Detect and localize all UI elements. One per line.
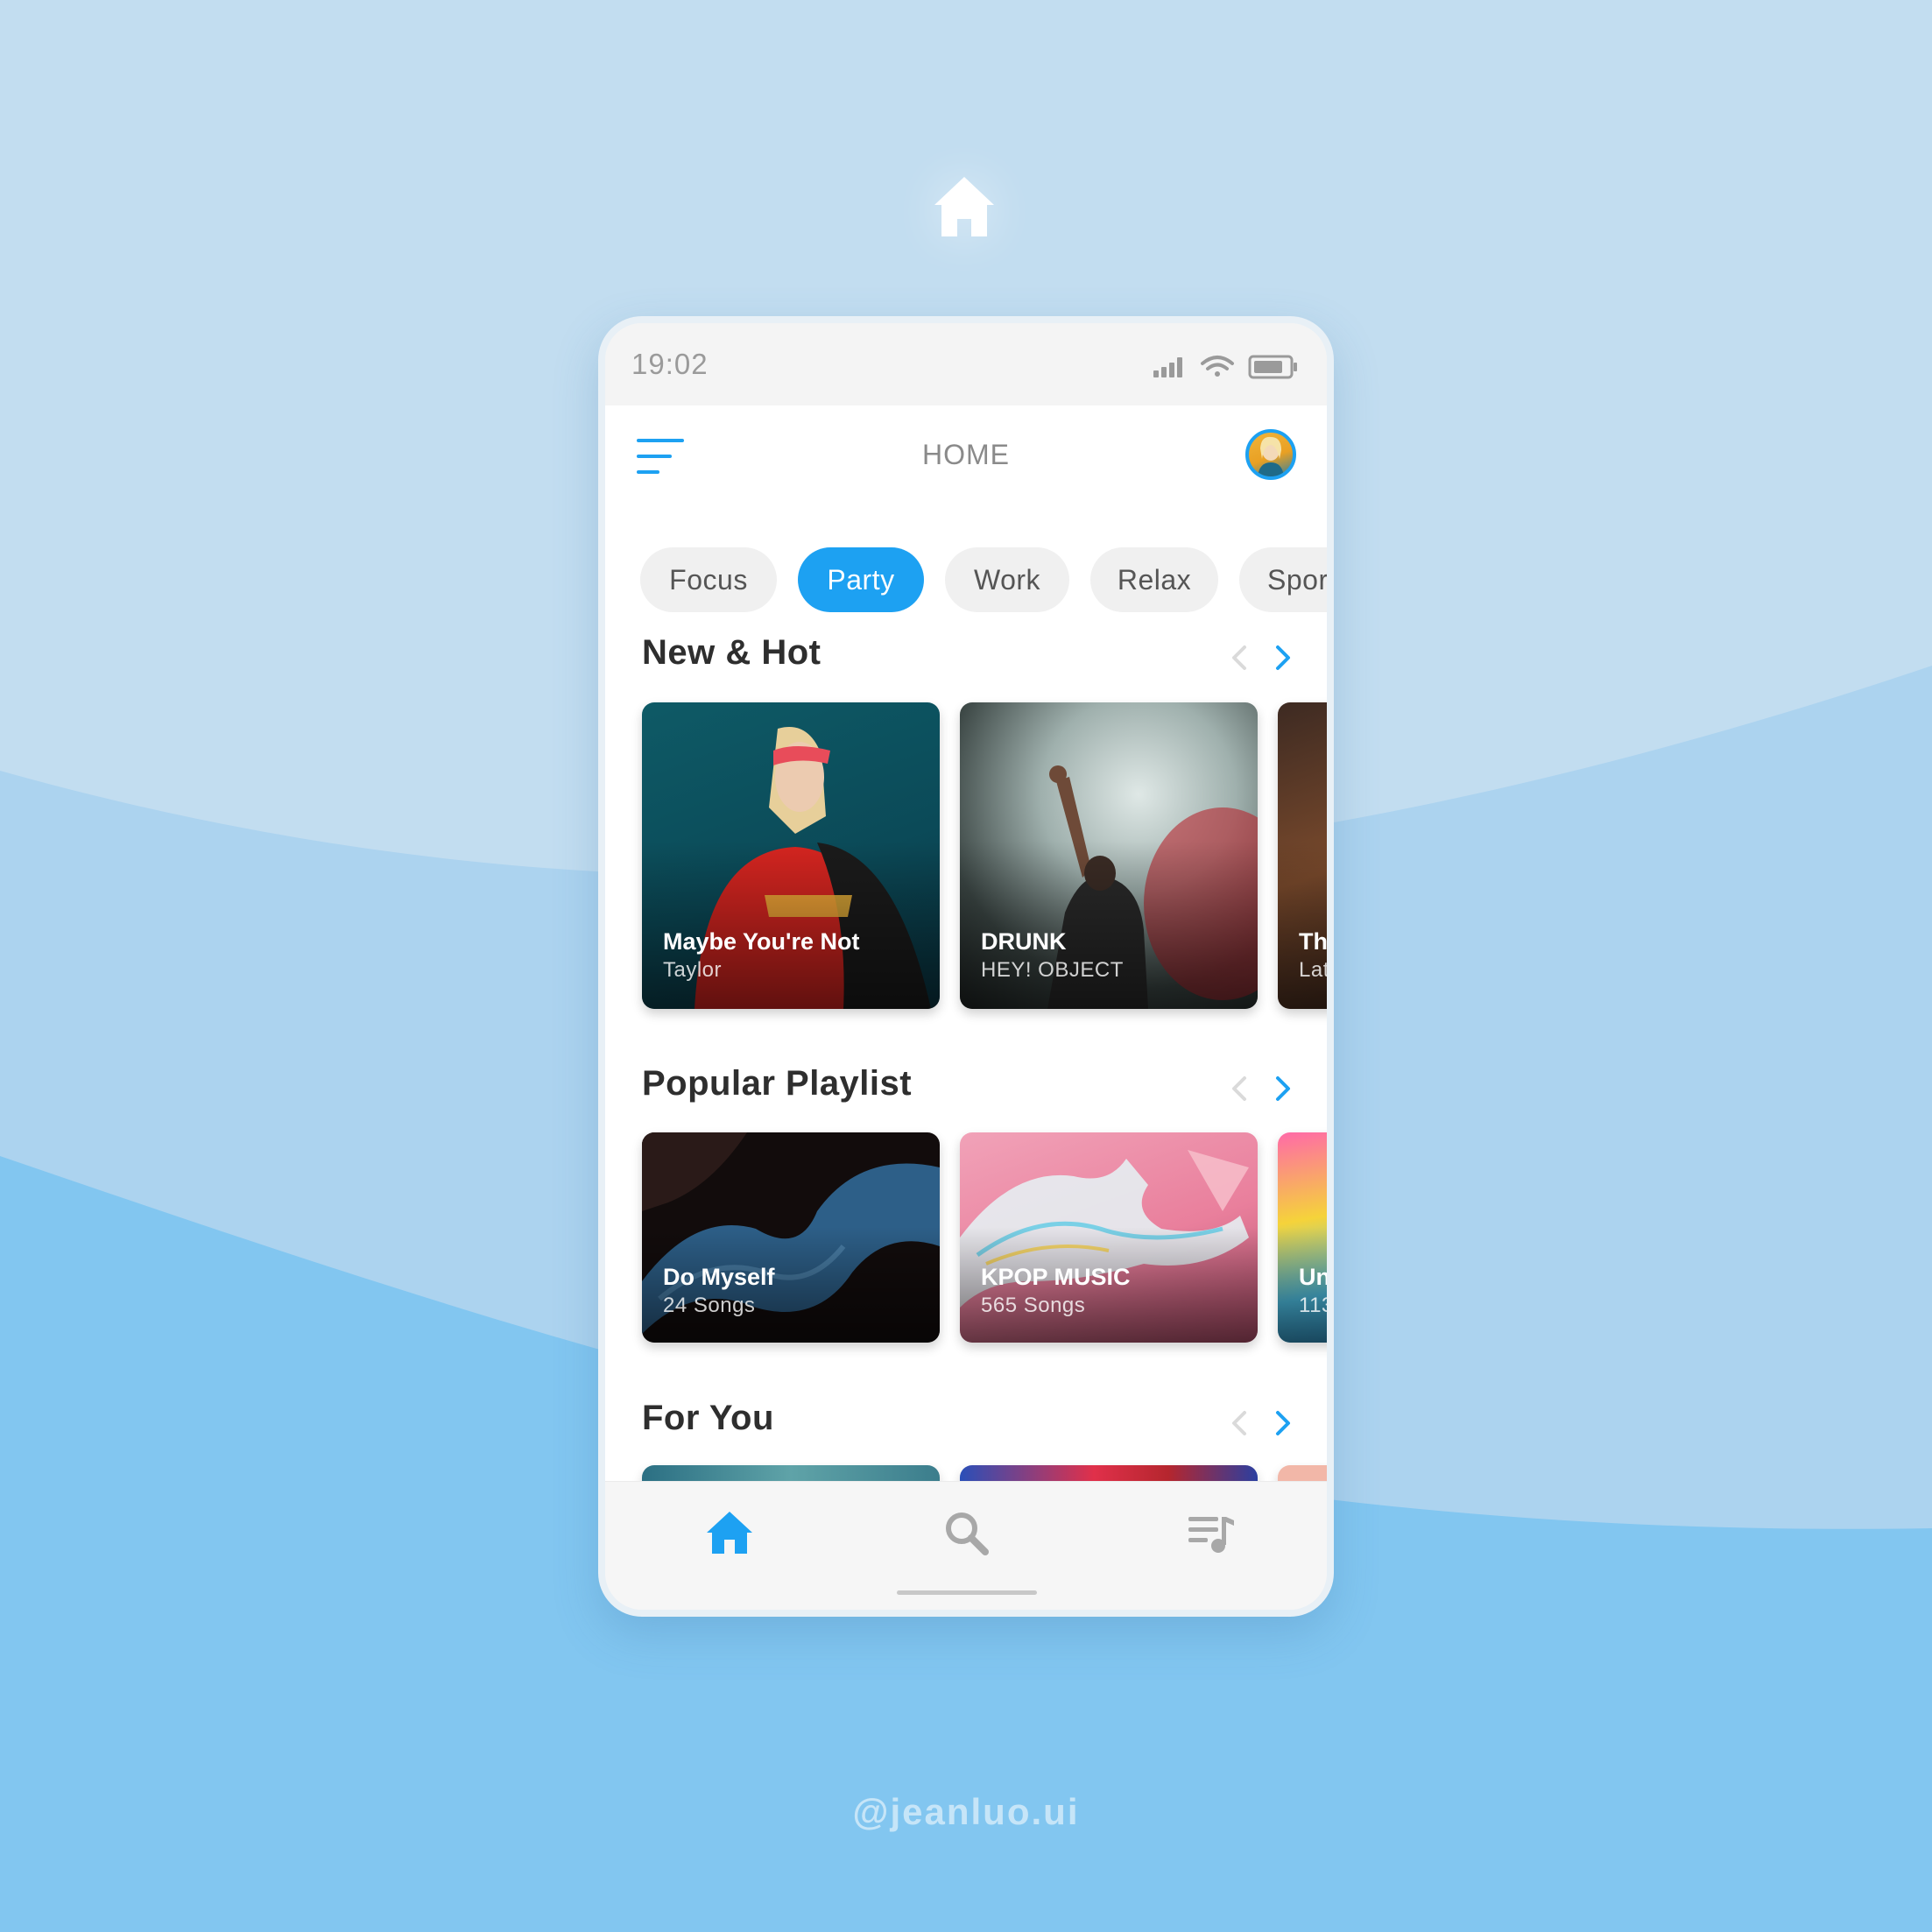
card-title: Maybe You're Not [663,928,860,955]
chip-work[interactable]: Work [945,547,1069,612]
chip-sport[interactable]: Spor [1239,547,1327,612]
status-bar: 19:02 [605,323,1327,405]
tab-search-icon[interactable] [941,1508,991,1557]
watermark: @jeanluo.ui [852,1791,1080,1832]
card-for-you-3[interactable] [1278,1465,1327,1481]
prev-arrow-icon[interactable] [1227,642,1253,673]
card-title: Un [1299,1264,1327,1290]
card-subtitle: 565 Songs [981,1294,1086,1317]
card-subtitle: Taylor [663,958,723,982]
section-title-for-you: For You [642,1399,774,1437]
card-do-myself[interactable]: Do Myself 24 Songs [642,1132,940,1343]
card-third-new[interactable]: Th Lat [1278,702,1327,1009]
card-subtitle: HEY! OBJECT [981,958,1124,982]
card-kpop-music[interactable]: KPOP MUSIC 565 Songs [960,1132,1258,1343]
page-title: HOME [922,439,1010,470]
card-title: Th [1299,928,1327,955]
next-arrow-icon[interactable] [1269,642,1295,673]
home-indicator[interactable] [897,1590,1037,1595]
app-header: HOME [605,405,1327,502]
category-chips: Focus Party Work Relax Spor [640,547,1327,614]
chip-party[interactable]: Party [798,547,924,612]
next-arrow-icon[interactable] [1269,1407,1295,1439]
signal-icon [1153,357,1182,377]
section-title-new-hot: New & Hot [642,633,821,672]
tab-bar [605,1481,1327,1610]
home-screen: HOME Focus Party Work Relax Spor New & H… [605,405,1327,1481]
section-title-popular: Popular Playlist [642,1064,913,1103]
card-drunk[interactable]: DRUNK HEY! OBJECT [960,702,1258,1009]
card-title: DRUNK [981,928,1067,955]
tab-playlist-icon[interactable] [1187,1508,1236,1557]
status-time: 19:02 [631,348,709,380]
card-third-playlist[interactable]: Un 113 [1278,1132,1327,1343]
tab-home-icon[interactable] [705,1508,754,1557]
card-subtitle: Lat [1299,958,1327,982]
chip-relax[interactable]: Relax [1090,547,1218,612]
card-for-you-2[interactable] [960,1465,1258,1481]
card-subtitle: 24 Songs [663,1294,756,1317]
card-gradient [960,840,1258,1009]
card-title: KPOP MUSIC [981,1264,1131,1290]
card-maybe-youre-not[interactable]: Maybe You're Not Taylor [642,702,940,1009]
card-gradient [642,840,940,1009]
card-title: Do Myself [663,1264,775,1290]
card-for-you-1[interactable] [642,1465,940,1481]
next-arrow-icon[interactable] [1269,1073,1295,1104]
card-subtitle: 113 [1299,1294,1327,1317]
chip-focus[interactable]: Focus [640,547,777,612]
wifi-icon [1201,356,1234,377]
status-icons [1153,355,1297,379]
card-gradient [1278,840,1327,1009]
battery-icon [1248,355,1297,379]
home-icon [934,177,994,236]
avatar-image [1258,436,1284,476]
prev-arrow-icon[interactable] [1227,1073,1253,1104]
phone-frame: 19:02 HOME Focus Party Work Relax Spor N… [598,316,1334,1617]
avatar[interactable] [1245,429,1296,480]
prev-arrow-icon[interactable] [1227,1407,1253,1439]
